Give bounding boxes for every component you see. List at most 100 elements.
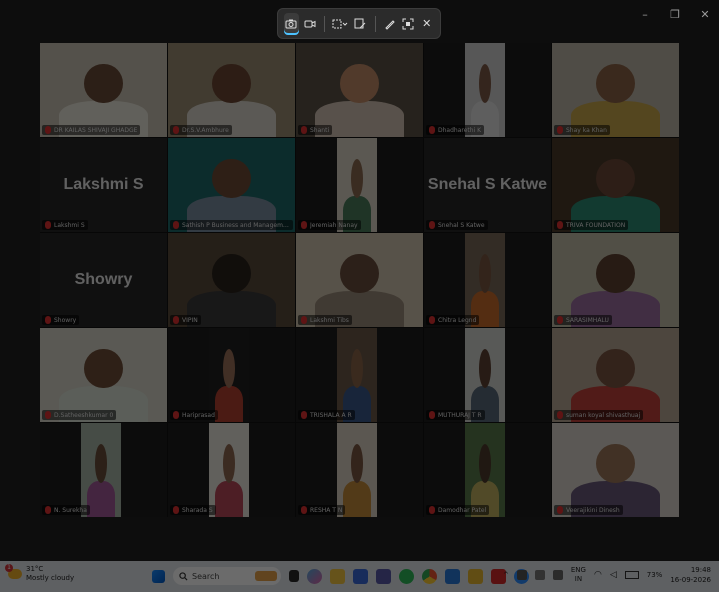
tray-app-icon[interactable] <box>516 570 527 580</box>
chevron-up-icon[interactable]: ^ <box>503 571 509 579</box>
participant-tile[interactable]: Shay ka Khan <box>552 43 679 137</box>
participant-tile[interactable]: MUTHURAJ T R <box>424 328 551 422</box>
person-face <box>84 348 123 389</box>
participant-tile[interactable]: RESHA T N <box>296 423 423 517</box>
participant-tile[interactable]: Veerajikini Dinesh <box>552 423 679 517</box>
taskbar-apps: Search <box>152 567 529 585</box>
participant-tile[interactable]: Jeremiah Nanay <box>296 138 423 232</box>
person-face <box>94 443 108 484</box>
participant-name-label: Lakshmi Tibs <box>298 315 352 325</box>
snip-shape-dropdown[interactable] <box>332 13 349 35</box>
participant-tile[interactable]: Dhadharethi K <box>424 43 551 137</box>
muted-mic-icon <box>45 316 51 324</box>
participant-video <box>40 43 167 137</box>
participant-tile[interactable]: Chitra Legnd <box>424 233 551 327</box>
store-icon[interactable] <box>353 568 368 584</box>
participant-tile[interactable]: Lakshmi S Lakshmi S <box>40 138 167 232</box>
participant-video <box>552 43 679 137</box>
close-window-button[interactable]: ✕ <box>699 8 711 21</box>
participant-tile[interactable]: Snehal S Katwe Snehal S Katwe <box>424 138 551 232</box>
search-highlight-icon <box>255 571 277 581</box>
participant-name: DR KAILAS SHIVAJI GHADGE <box>54 126 138 134</box>
participant-tile[interactable]: TRIVA FOUNDATION <box>552 138 679 232</box>
muted-mic-icon <box>557 316 563 324</box>
participant-name: Shanti <box>310 126 330 134</box>
notification-badge: 1 <box>5 564 13 572</box>
window-snip-button[interactable] <box>353 13 368 35</box>
maximize-button[interactable]: ❐ <box>669 8 681 21</box>
person-face <box>350 443 364 484</box>
taskbar-search[interactable]: Search <box>173 567 281 585</box>
participant-name-label: Sharada S <box>170 505 216 515</box>
participant-name-label: DR KAILAS SHIVAJI GHADGE <box>42 125 141 135</box>
battery-icon[interactable] <box>624 571 639 579</box>
file-explorer-icon[interactable] <box>330 568 345 584</box>
participant-name: Jeremiah Nanay <box>310 221 358 229</box>
muted-mic-icon <box>429 221 435 229</box>
weather-widget[interactable]: 1 31°C Mostly cloudy <box>5 564 74 583</box>
participant-name-label: VIPIN <box>170 315 201 325</box>
battery-percent: 73% <box>646 571 663 579</box>
tray-tool-icon[interactable] <box>534 570 545 580</box>
dictionary-app-icon[interactable] <box>376 568 391 584</box>
participant-name-label: D.Satheeshkumar 0 <box>42 410 117 420</box>
participant-name: Shay ka Khan <box>566 126 607 134</box>
participant-tile[interactable]: D.Satheeshkumar 0 <box>40 328 167 422</box>
participant-tile[interactable]: Sharada S <box>168 423 295 517</box>
muted-mic-icon <box>173 411 179 419</box>
muted-mic-icon <box>557 221 563 229</box>
participant-name-label: N. Surekha <box>42 505 90 515</box>
participant-tile[interactable]: suman koyal shivasthuaj <box>552 328 679 422</box>
wifi-icon[interactable]: ◠ <box>594 570 602 580</box>
whatsapp-icon[interactable] <box>399 568 414 584</box>
participant-tile[interactable]: TRISHALA A R <box>296 328 423 422</box>
participant-tile[interactable]: VIPIN <box>168 233 295 327</box>
participant-name-label: Jeremiah Nanay <box>298 220 361 230</box>
rectangle-snip-icon <box>332 19 348 28</box>
participant-tile[interactable]: Hariprasad <box>168 328 295 422</box>
muted-mic-icon <box>557 411 563 419</box>
muted-mic-icon <box>429 411 435 419</box>
participant-tile[interactable]: Shanti <box>296 43 423 137</box>
participant-video <box>168 233 295 327</box>
text-extract-button[interactable] <box>401 13 416 35</box>
folder-icon[interactable] <box>468 568 483 584</box>
chrome-icon[interactable] <box>422 568 437 584</box>
person-face <box>478 348 492 389</box>
muted-mic-icon <box>429 506 435 514</box>
task-view-icon[interactable] <box>289 570 299 582</box>
person-face <box>340 63 379 104</box>
participant-video <box>552 233 679 327</box>
participant-tile[interactable]: Dr.S.V.Ambhure <box>168 43 295 137</box>
minimize-button[interactable]: – <box>639 8 651 21</box>
participant-name: Hariprasad <box>182 411 215 419</box>
close-snip-button[interactable]: ✕ <box>419 13 434 35</box>
participant-tile[interactable]: SARASIMHALU <box>552 233 679 327</box>
participant-name: MUTHURAJ T R <box>438 411 482 419</box>
participant-tile[interactable]: Lakshmi Tibs <box>296 233 423 327</box>
edit-app-icon[interactable] <box>445 568 460 584</box>
tray-pen-icon[interactable] <box>552 570 563 580</box>
start-button[interactable] <box>152 569 165 583</box>
participant-tile[interactable]: Showry Showry <box>40 233 167 327</box>
muted-mic-icon <box>173 126 179 134</box>
video-mode-button[interactable] <box>303 13 318 35</box>
participant-tile[interactable]: Sathish P Business and Management BGSF <box>168 138 295 232</box>
pen-icon <box>384 19 395 30</box>
participant-tile[interactable]: N. Surekha <box>40 423 167 517</box>
lang-bottom: IN <box>574 575 583 583</box>
person-face <box>478 253 492 294</box>
screenshot-mode-button[interactable] <box>284 12 299 35</box>
pen-button[interactable] <box>382 13 397 35</box>
clock[interactable]: 19:48 16-09-2026 <box>670 565 711 585</box>
copilot-icon[interactable] <box>307 568 322 584</box>
participant-name-label: Damodhar Patel <box>426 505 490 515</box>
participant-tile[interactable]: Damodhar Patel <box>424 423 551 517</box>
participant-video <box>552 423 679 517</box>
participant-video <box>464 233 506 327</box>
participant-tile[interactable]: DR KAILAS SHIVAJI GHADGE <box>40 43 167 137</box>
participant-name-label: Showry <box>42 315 80 325</box>
language-indicator[interactable]: ENG IN <box>571 566 586 584</box>
participant-name-label: Veerajikini Dinesh <box>554 505 623 515</box>
speaker-icon[interactable]: ◁ <box>610 570 617 580</box>
